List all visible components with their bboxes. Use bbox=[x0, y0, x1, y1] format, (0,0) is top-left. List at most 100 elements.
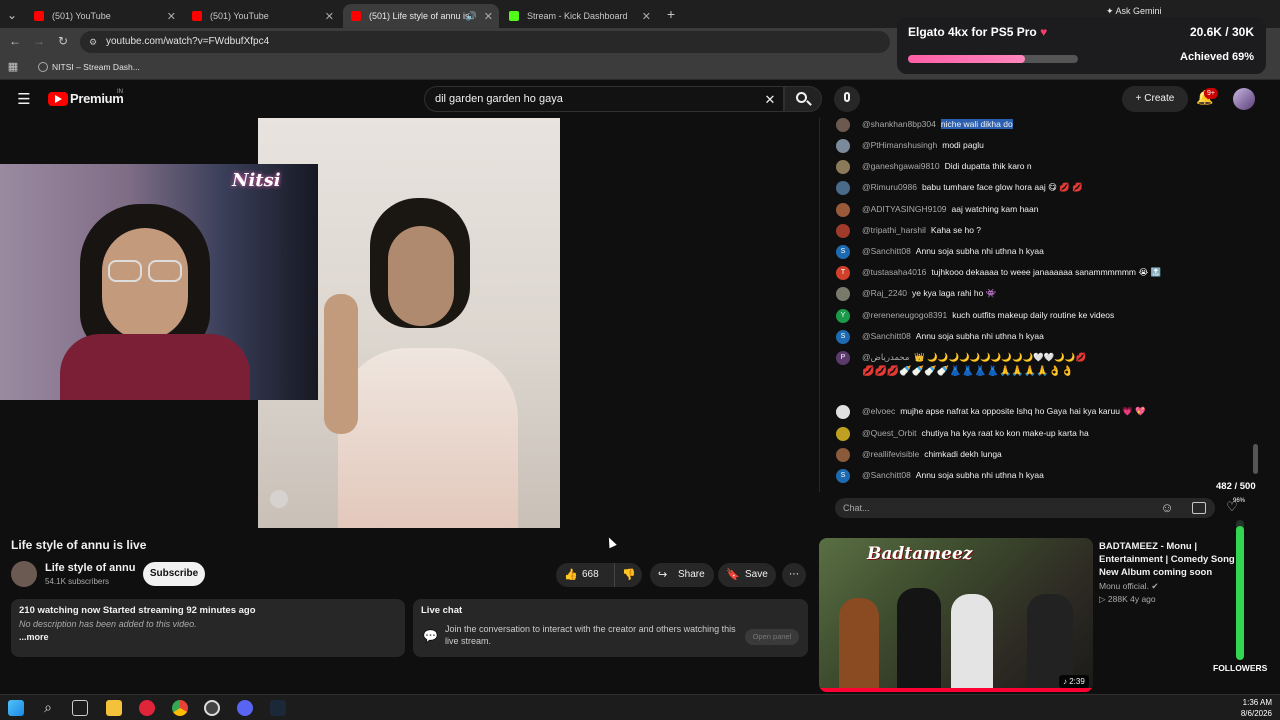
chat-message: S @Sanchitt08 Annu soja subha nhi uthna h … bbox=[836, 469, 1044, 483]
tab-youtube-1[interactable]: (501) YouTube ✕ bbox=[26, 4, 182, 28]
windows-taskbar: ⌕ 1:36 AM 8/6/2026 bbox=[0, 694, 1280, 720]
chat-author[interactable]: @Rimuru0986 bbox=[862, 182, 917, 192]
chat-author[interactable]: @PtHimanshusingh bbox=[862, 140, 937, 150]
live-chat-panel: @shankhan8bp304 niche wali dikha do @PtHi… bbox=[819, 118, 1269, 492]
search-input[interactable]: dil garden garden ho gaya bbox=[424, 86, 784, 112]
chat-scrollbar[interactable] bbox=[1253, 444, 1258, 474]
new-tab-icon[interactable]: + bbox=[664, 6, 678, 22]
back-icon[interactable]: ← bbox=[8, 34, 22, 48]
file-explorer-icon[interactable] bbox=[106, 700, 122, 716]
channel-avatar[interactable] bbox=[11, 561, 37, 587]
share-icon: ↪ bbox=[658, 569, 668, 581]
url-input[interactable]: ⚙ youtube.com/watch?v=FWdbufXfpc4 bbox=[80, 31, 890, 53]
share-button[interactable]: ↪ Share bbox=[650, 563, 714, 587]
create-label: Create bbox=[1144, 93, 1175, 104]
subscriber-count: 54.1K subscribers bbox=[45, 577, 110, 586]
followers-progress-track bbox=[1236, 520, 1244, 660]
channel-name[interactable]: Life style of annu bbox=[45, 562, 135, 574]
tab-search-chevron-icon[interactable]: ⌄ bbox=[6, 8, 18, 22]
chat-message: @Rimuru0986 babu tumhare face glow hora a… bbox=[836, 181, 1083, 195]
chat-author[interactable]: @Sanchitt08 bbox=[862, 470, 911, 480]
like-button[interactable]: 👍 668 bbox=[556, 563, 614, 587]
chat-text: Annu soja subha nhi uthna h kyaa bbox=[915, 246, 1044, 256]
dislike-button[interactable]: 👎 bbox=[614, 563, 642, 587]
video-player[interactable]: Nitsi bbox=[0, 118, 810, 528]
chat-avatar bbox=[836, 203, 850, 217]
tab-live-stream[interactable]: (501) Life style of annu is live 🔊 ✕ bbox=[343, 4, 499, 28]
chat-author[interactable]: @محمدرياض bbox=[862, 352, 909, 362]
create-button[interactable]: + Create bbox=[1122, 86, 1188, 112]
chat-text: chutiya ha kya raat ko kon make-up karta… bbox=[921, 428, 1089, 438]
chat-input[interactable]: Chat... bbox=[835, 498, 1215, 518]
chat-text: chimkadi dekh lunga bbox=[924, 449, 1002, 459]
save-button[interactable]: 🔖 Save bbox=[718, 563, 776, 587]
chat-author[interactable]: @tustasaha4016 bbox=[862, 267, 926, 277]
ask-gemini-button[interactable]: ✦ Ask Gemini bbox=[1106, 6, 1162, 17]
youtube-premium-logo[interactable]: Premium bbox=[70, 91, 124, 106]
recommendation-title[interactable]: BADTAMEEZ - Monu | Entertainment | Comed… bbox=[1099, 540, 1259, 579]
chat-text: Annu soja subha nhi uthna h kyaa bbox=[915, 331, 1044, 341]
start-icon[interactable] bbox=[8, 700, 24, 716]
close-icon[interactable]: ✕ bbox=[642, 10, 651, 23]
description-box[interactable]: 210 watching now Started streaming 92 mi… bbox=[11, 599, 405, 657]
chat-author[interactable]: @Sanchitt08 bbox=[862, 246, 911, 256]
tab-title: Stream - Kick Dashboard bbox=[527, 11, 628, 21]
chat-author[interactable]: @Raj_2240 bbox=[862, 288, 907, 298]
youtube-favicon-icon bbox=[351, 11, 361, 21]
opera-icon[interactable] bbox=[139, 700, 155, 716]
chat-author[interactable]: @ADITYASINGH9109 bbox=[862, 204, 947, 214]
chat-author[interactable]: @Sanchitt08 bbox=[862, 331, 911, 341]
chat-author[interactable]: @shankhan8bp304 bbox=[862, 119, 936, 129]
bookmark-nitsi[interactable]: NITSI – Stream Dash... bbox=[38, 62, 140, 72]
discord-icon[interactable] bbox=[237, 700, 253, 716]
search-icon[interactable]: ⌕ bbox=[40, 699, 56, 716]
reload-icon[interactable]: ↻ bbox=[56, 34, 70, 48]
sparkle-decoration-icon bbox=[270, 490, 288, 508]
task-view-icon[interactable] bbox=[72, 700, 88, 716]
chat-author[interactable]: @ganeshgawai9810 bbox=[862, 161, 940, 171]
watched-progress-bar bbox=[819, 688, 1093, 692]
close-icon[interactable]: ✕ bbox=[325, 10, 334, 23]
bookmark-icon: 🔖 bbox=[726, 569, 740, 581]
facecam-face-shape bbox=[102, 228, 188, 340]
duration-text: 2:39 bbox=[1069, 677, 1085, 686]
speaker-icon[interactable]: 🔊 bbox=[466, 11, 477, 22]
close-icon[interactable]: ✕ bbox=[167, 10, 176, 23]
chat-author[interactable]: @elvoec bbox=[862, 406, 895, 416]
chat-author[interactable]: @reallifevisible bbox=[862, 449, 919, 459]
chat-message: Y @rereneneugogo8391 kuch outfits makeup d… bbox=[836, 309, 1114, 323]
kick-favicon-icon bbox=[509, 11, 519, 21]
chat-message: T @tustasaha4016 tujhkooo dekaaaa to weee … bbox=[836, 266, 1161, 280]
open-panel-button[interactable]: Open panel bbox=[745, 629, 799, 645]
voice-search-button[interactable] bbox=[834, 86, 860, 112]
chat-message: @Quest_Orbit chutiya ha kya raat ko kon m… bbox=[836, 427, 1089, 441]
super-chat-icon[interactable] bbox=[1192, 502, 1206, 514]
site-info-icon[interactable]: ⚙ bbox=[89, 31, 97, 53]
chat-author[interactable]: @tripathi_harshil bbox=[862, 225, 926, 235]
account-avatar[interactable] bbox=[1233, 88, 1255, 110]
chat-message: @Raj_2240 ye kya laga rahi ho 👾 bbox=[836, 287, 996, 301]
recommendation-thumbnail[interactable]: Badtameez ♪ 2:39 bbox=[819, 538, 1093, 692]
steam-icon[interactable] bbox=[270, 700, 286, 716]
apps-grid-icon[interactable]: ▦ bbox=[7, 60, 19, 73]
more-actions-button[interactable]: ⋯ bbox=[782, 563, 806, 587]
chrome-icon[interactable] bbox=[172, 700, 188, 716]
youtube-logo-icon[interactable] bbox=[48, 92, 68, 106]
glasses-shape bbox=[108, 260, 142, 282]
forward-icon[interactable]: → bbox=[32, 34, 46, 48]
emoji-icon[interactable]: ☺ bbox=[1159, 500, 1175, 515]
more-link[interactable]: ...more bbox=[19, 632, 397, 642]
tab-title: (501) YouTube bbox=[210, 11, 269, 21]
tab-youtube-2[interactable]: (501) YouTube ✕ bbox=[184, 4, 340, 28]
tab-kick-dashboard[interactable]: Stream - Kick Dashboard ✕ bbox=[501, 4, 657, 28]
chat-author[interactable]: @Quest_Orbit bbox=[862, 428, 916, 438]
close-icon[interactable]: ✕ bbox=[484, 10, 493, 23]
search-button[interactable] bbox=[784, 86, 822, 112]
recommendation-channel[interactable]: Monu official. ✔ bbox=[1099, 581, 1158, 592]
menu-icon[interactable]: ☰ bbox=[16, 90, 32, 108]
chat-author[interactable]: @rereneneugogo8391 bbox=[862, 310, 947, 320]
obs-icon[interactable] bbox=[204, 700, 220, 716]
system-clock[interactable]: 1:36 AM 8/6/2026 bbox=[1241, 697, 1272, 719]
subscribe-button[interactable]: Subscribe bbox=[143, 562, 205, 586]
clear-search-icon[interactable]: ✕ bbox=[763, 92, 777, 108]
